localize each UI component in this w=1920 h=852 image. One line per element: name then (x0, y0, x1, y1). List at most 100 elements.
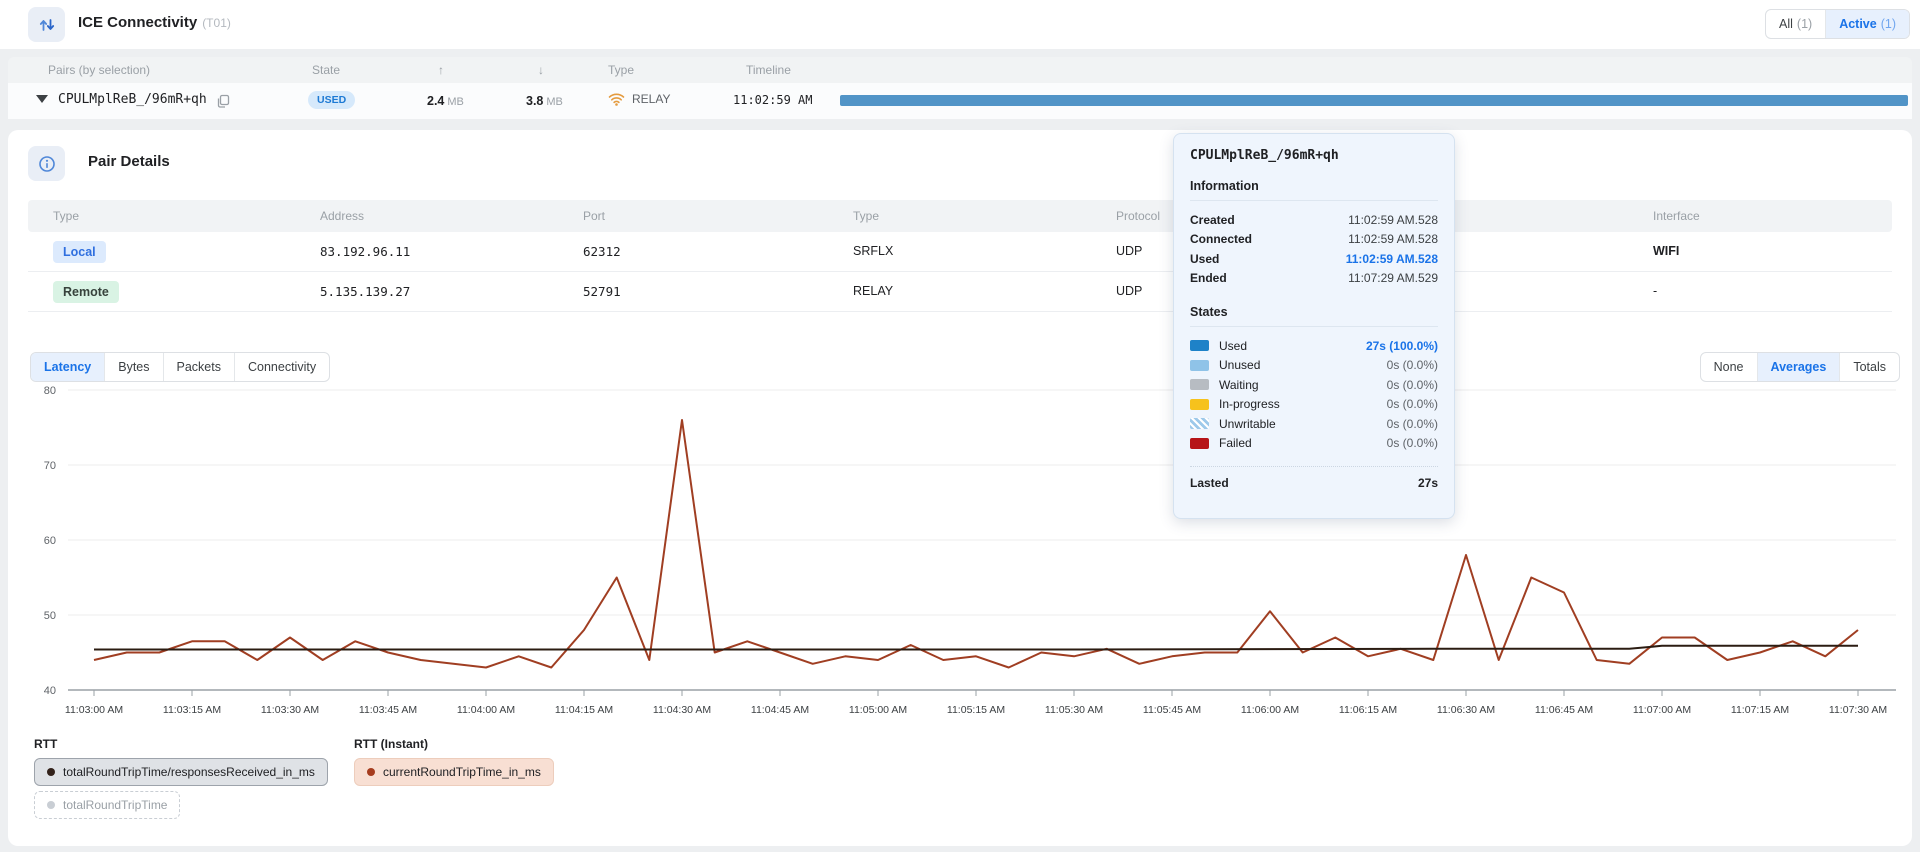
remote-protocol: UDP (1116, 284, 1142, 298)
svg-text:11:03:45 AM: 11:03:45 AM (359, 704, 417, 716)
tab-bytes[interactable]: Bytes (105, 353, 163, 381)
legend-group-rtt: RTT (34, 737, 57, 751)
col-detail-protocol: Protocol (1116, 209, 1160, 223)
legend-item-current-rtt[interactable]: currentRoundTripTime_in_ms (354, 758, 554, 786)
view-none-button[interactable]: None (1701, 353, 1758, 381)
view-averages-button[interactable]: Averages (1758, 353, 1841, 381)
expand-caret-icon[interactable] (36, 95, 48, 103)
tooltip-created-row: Created11:02:59 AM.528 (1190, 210, 1438, 230)
remote-candidate-row: Remote 5.135.139.27 52791 RELAY UDP - (28, 272, 1892, 312)
pair-hover-tooltip: CPULMplReB_/96mR+qh Information Created1… (1173, 133, 1455, 519)
ice-connectivity-panel: ICE Connectivity(T01) All(1) Active(1) P… (0, 0, 1920, 852)
col-detail-address: Address (320, 209, 364, 223)
svg-text:11:05:15 AM: 11:05:15 AM (947, 704, 1005, 716)
remote-candidate-type: RELAY (853, 284, 893, 298)
tooltip-ended-row: Ended11:07:29 AM.529 (1190, 269, 1438, 289)
svg-text:40: 40 (44, 685, 56, 697)
filter-active-button[interactable]: Active(1) (1826, 10, 1909, 38)
state-failed-chip (1190, 438, 1209, 449)
tooltip-connected-row: Connected11:02:59 AM.528 (1190, 230, 1438, 250)
candidate-type-cell: RELAY (608, 92, 670, 106)
svg-text:11:05:00 AM: 11:05:00 AM (849, 704, 907, 716)
state-failed-row: Failed0s (0.0%) (1190, 434, 1438, 454)
wifi-icon (608, 92, 625, 106)
svg-text:11:06:30 AM: 11:06:30 AM (1437, 704, 1495, 716)
state-unwritable-chip (1190, 418, 1209, 429)
state-inprogress-row: In-progress0s (0.0%) (1190, 395, 1438, 415)
state-unused-row: Unused0s (0.0%) (1190, 356, 1438, 376)
page-title: ICE Connectivity(T01) (78, 14, 231, 31)
state-used-row: Used27s (100.0%) (1190, 336, 1438, 356)
local-protocol: UDP (1116, 244, 1142, 258)
col-timeline: Timeline (746, 63, 791, 77)
col-detail-interface: Interface (1653, 209, 1700, 223)
col-upload-icon: ↑ (438, 63, 444, 77)
remote-address: 5.135.139.27 (320, 284, 410, 299)
svg-text:11:03:30 AM: 11:03:30 AM (261, 704, 319, 716)
legend-dot-current-rtt (367, 768, 375, 776)
legend-item-total-rtt-per-responses[interactable]: totalRoundTripTime/responsesReceived_in_… (34, 758, 328, 786)
pair-id: CPULMplReB_/96mR+qh (58, 92, 207, 107)
view-totals-button[interactable]: Totals (1840, 353, 1899, 381)
svg-text:11:05:30 AM: 11:05:30 AM (1045, 704, 1103, 716)
svg-text:11:07:15 AM: 11:07:15 AM (1731, 704, 1789, 716)
local-badge: Local (53, 241, 106, 263)
svg-text:11:04:00 AM: 11:04:00 AM (457, 704, 515, 716)
legend-dot-total-rtt (47, 801, 55, 809)
tab-connectivity[interactable]: Connectivity (235, 353, 329, 381)
pair-filter-toggle: All(1) Active(1) (1765, 9, 1910, 39)
remote-badge: Remote (53, 281, 119, 303)
svg-text:11:06:00 AM: 11:06:00 AM (1241, 704, 1299, 716)
page-subtitle: (T01) (202, 16, 231, 30)
tooltip-information-heading: Information (1190, 179, 1438, 201)
state-waiting-row: Waiting0s (0.0%) (1190, 375, 1438, 395)
state-badge: USED (308, 91, 355, 109)
svg-text:11:05:45 AM: 11:05:45 AM (1143, 704, 1201, 716)
tab-packets[interactable]: Packets (164, 353, 235, 381)
pair-details-title: Pair Details (88, 153, 170, 170)
local-candidate-type: SRFLX (853, 244, 893, 258)
sort-arrows-icon (28, 7, 65, 42)
pair-timeline-bar[interactable] (840, 95, 1908, 106)
col-pairs: Pairs (by selection) (48, 63, 150, 77)
state-waiting-chip (1190, 379, 1209, 390)
col-detail-candidate-type: Type (853, 209, 879, 223)
aggregate-toggle: None Averages Totals (1700, 352, 1900, 382)
svg-text:70: 70 (44, 460, 56, 472)
tooltip-pair-id: CPULMplReB_/96mR+qh (1190, 148, 1438, 163)
svg-text:11:04:30 AM: 11:04:30 AM (653, 704, 711, 716)
svg-text:11:04:45 AM: 11:04:45 AM (751, 704, 809, 716)
copy-icon[interactable] (216, 94, 230, 108)
filter-all-button[interactable]: All(1) (1766, 10, 1826, 38)
tab-latency[interactable]: Latency (31, 353, 105, 381)
bytes-sent: 2.4MB (427, 94, 464, 108)
svg-text:11:07:30 AM: 11:07:30 AM (1829, 704, 1887, 716)
legend-group-rtt-instant: RTT (Instant) (354, 737, 428, 751)
legend-dot-total-rtt-per-responses (47, 768, 55, 776)
svg-text:11:03:15 AM: 11:03:15 AM (163, 704, 221, 716)
col-detail-port: Port (583, 209, 605, 223)
svg-text:11:03:00 AM: 11:03:00 AM (65, 704, 123, 716)
latency-chart[interactable]: 40 50 60 70 80 11:03:00 AM 11:03:15 AM 11:03:30… (0, 385, 1920, 725)
state-unused-chip (1190, 360, 1209, 371)
remote-interface: - (1653, 284, 1657, 298)
state-used-chip (1190, 340, 1209, 351)
pair-row[interactable]: CPULMplReB_/96mR+qh USED 2.4MB 3.8MB REL… (8, 83, 1912, 119)
col-download-icon: ↓ (538, 63, 544, 77)
legend-item-total-rtt[interactable]: totalRoundTripTime (34, 791, 180, 819)
local-candidate-row: Local 83.192.96.11 62312 SRFLX UDP WIFI (28, 232, 1892, 272)
candidate-type-label: RELAY (632, 92, 670, 106)
top-bar: ICE Connectivity(T01) All(1) Active(1) (0, 0, 1920, 49)
svg-text:11:07:00 AM: 11:07:00 AM (1633, 704, 1691, 716)
bytes-received: 3.8MB (526, 94, 563, 108)
svg-text:60: 60 (44, 535, 56, 547)
local-address: 83.192.96.11 (320, 244, 410, 259)
svg-text:50: 50 (44, 610, 56, 622)
pair-start-time: 11:02:59 AM (733, 93, 812, 107)
pairs-table-header: Pairs (by selection) State ↑ ↓ Type Time… (8, 57, 1912, 83)
col-type: Type (608, 63, 634, 77)
chart-tabs: Latency Bytes Packets Connectivity (30, 352, 330, 382)
local-port: 62312 (583, 244, 621, 259)
tooltip-used-row: Used11:02:59 AM.528 (1190, 249, 1438, 269)
svg-text:80: 80 (44, 385, 56, 397)
